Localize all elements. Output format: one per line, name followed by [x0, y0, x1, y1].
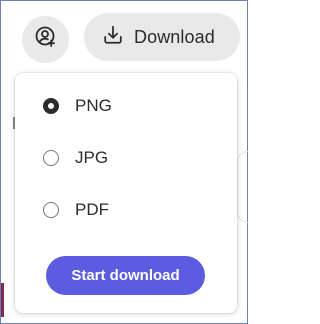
- format-option-label: JPG: [75, 148, 109, 167]
- format-option-png[interactable]: PNG: [43, 93, 112, 119]
- start-download-button[interactable]: Start download: [46, 256, 205, 295]
- account-location-button[interactable]: [22, 16, 69, 63]
- background-accent-bar: [1, 283, 4, 317]
- download-button[interactable]: Download: [84, 13, 240, 61]
- format-option-label: PDF: [75, 200, 109, 219]
- radio-selected-icon[interactable]: [43, 98, 59, 114]
- background-panel-edge: [237, 151, 248, 223]
- radio-unselected-icon[interactable]: [43, 150, 59, 166]
- format-option-pdf[interactable]: PDF: [43, 197, 109, 223]
- format-option-jpg[interactable]: JPG: [43, 145, 108, 171]
- download-format-menu: PNG JPG PDF Start download: [15, 73, 237, 313]
- format-option-label: PNG: [75, 96, 112, 115]
- radio-unselected-icon[interactable]: [43, 202, 59, 218]
- person-location-icon: [34, 25, 58, 54]
- download-button-label: Download: [134, 26, 215, 47]
- window-frame: Download PNG JPG PDF Start download: [0, 0, 248, 324]
- download-tray-icon: [102, 24, 124, 51]
